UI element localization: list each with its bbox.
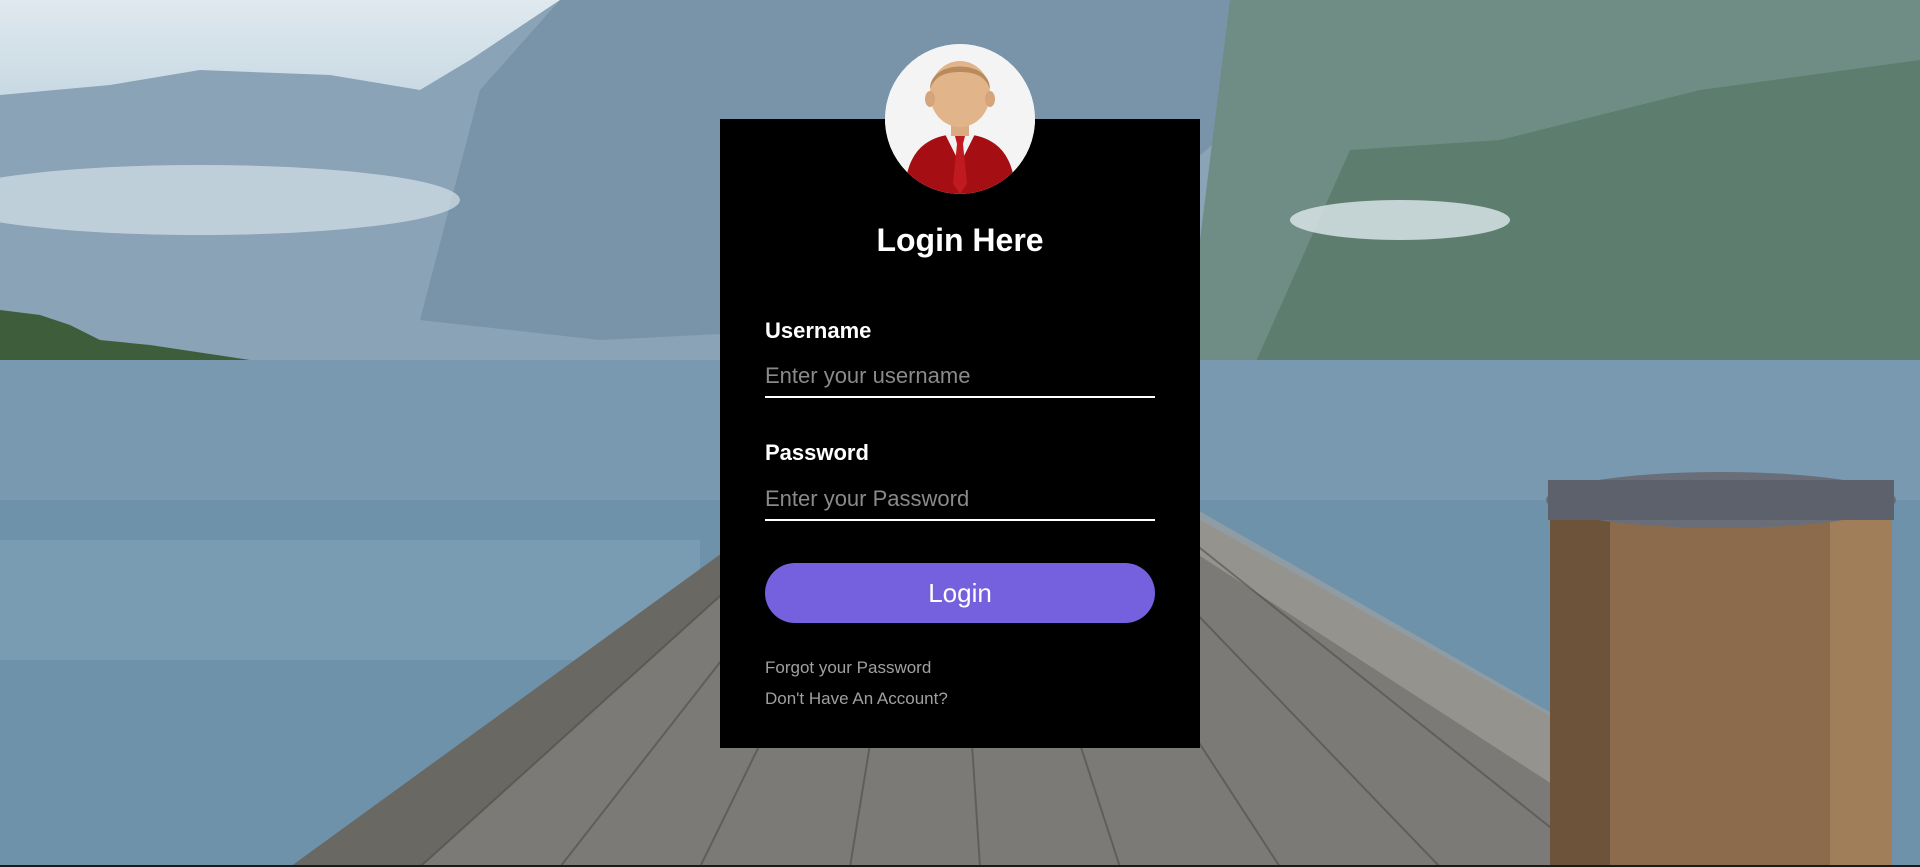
signup-link[interactable]: Don't Have An Account? (765, 689, 948, 709)
login-title: Login Here (876, 222, 1044, 258)
login-card (720, 119, 1200, 748)
login-button[interactable]: Login (765, 563, 1155, 623)
username-label: Username (765, 318, 872, 343)
password-label: Password (765, 440, 869, 465)
password-input[interactable] (765, 479, 1155, 521)
username-input[interactable] (765, 356, 1155, 398)
forgot-password-link[interactable]: Forgot your Password (765, 658, 931, 678)
user-avatar-icon (885, 44, 1035, 194)
